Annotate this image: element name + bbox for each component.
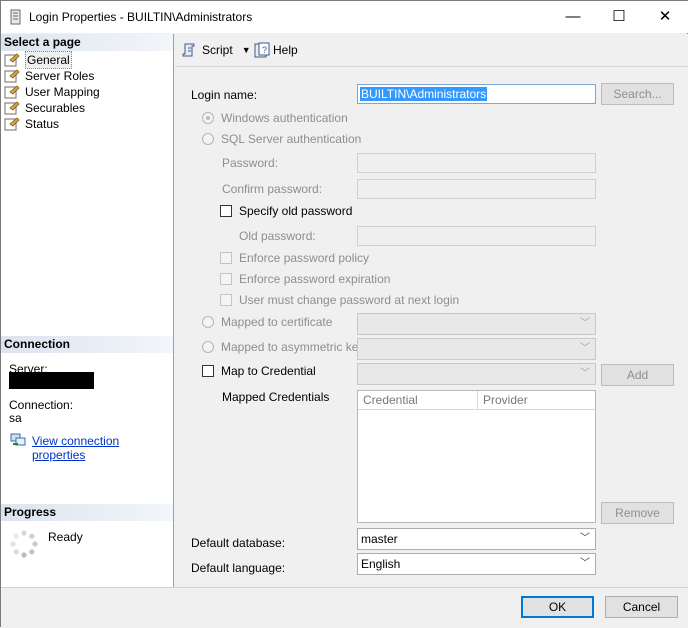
enforce-expiration-label: Enforce password expiration xyxy=(239,272,391,286)
asym-key-combo[interactable]: ﹀ xyxy=(357,338,596,360)
old-password-input[interactable] xyxy=(357,226,596,246)
old-password-label: Old password: xyxy=(239,229,316,243)
confirm-password-label: Confirm password: xyxy=(222,182,323,196)
title-bar: Login Properties - BUILTIN\Administrator… xyxy=(1,1,688,33)
chevron-down-icon: ﹀ xyxy=(580,368,590,379)
wrench-page-icon xyxy=(4,53,20,67)
map-to-credential-label: Map to Credential xyxy=(221,364,316,378)
connection-header: Connection xyxy=(1,336,173,353)
close-icon: ✕ xyxy=(658,8,672,25)
select-page-header: Select a page xyxy=(1,34,173,51)
left-panel: Select a page General Server Roles User Ma… xyxy=(1,34,174,587)
database-server-icon xyxy=(10,9,21,25)
page-item-status[interactable]: Status xyxy=(4,116,59,132)
login-name-label: Login name: xyxy=(191,88,258,102)
server-name-redacted xyxy=(9,372,94,389)
dialog-button-bar: OK Cancel xyxy=(1,587,688,628)
page-item-label: Server Roles xyxy=(25,69,95,83)
windows-auth-label: Windows authentication xyxy=(221,111,348,125)
must-change-checkbox[interactable] xyxy=(220,294,232,306)
sql-auth-label: SQL Server authentication xyxy=(221,132,362,146)
mapped-credentials-label: Mapped Credentials xyxy=(222,390,330,404)
page-item-general[interactable]: General xyxy=(4,51,72,69)
search-button[interactable]: Search... xyxy=(601,83,674,105)
wrench-page-icon xyxy=(4,69,20,83)
credential-combo[interactable]: ﹀ xyxy=(357,363,596,385)
view-connection-properties-link[interactable]: View connection properties xyxy=(32,434,173,462)
specify-old-password-label: Specify old password xyxy=(239,204,353,218)
grid-header-credential[interactable]: Credential xyxy=(358,391,478,410)
ok-button[interactable]: OK xyxy=(521,596,594,618)
enforce-policy-checkbox[interactable] xyxy=(220,252,232,264)
script-dropdown-arrow-icon[interactable]: ▼ xyxy=(242,45,251,55)
maximize-icon: ☐ xyxy=(612,8,626,25)
page-item-server-roles[interactable]: Server Roles xyxy=(4,68,94,84)
default-language-combo[interactable]: English ﹀ xyxy=(357,553,596,575)
minimize-button[interactable]: — xyxy=(550,1,596,33)
help-label: Help xyxy=(273,43,298,57)
chevron-down-icon: ﹀ xyxy=(580,343,590,354)
page-item-label: User Mapping xyxy=(25,85,100,99)
login-properties-window: Login Properties - BUILTIN\Administrator… xyxy=(0,0,688,628)
chevron-down-icon: ﹀ xyxy=(580,558,590,569)
connection-properties-icon xyxy=(10,433,26,446)
must-change-label: User must change password at next login xyxy=(239,293,460,307)
enforce-policy-label: Enforce password policy xyxy=(239,251,370,265)
password-label: Password: xyxy=(222,156,279,170)
certificate-combo[interactable]: ﹀ xyxy=(357,313,596,335)
connection-label: Connection: xyxy=(9,398,74,412)
toolbar: Script ▼ ? Help xyxy=(175,34,688,67)
page-item-label: Securables xyxy=(25,101,86,115)
mapped-credentials-grid[interactable]: Credential Provider xyxy=(357,390,596,523)
sql-auth-radio[interactable] xyxy=(202,133,214,145)
add-credential-button[interactable]: Add xyxy=(601,364,674,386)
grid-header-provider[interactable]: Provider xyxy=(478,391,595,410)
wrench-page-icon xyxy=(4,85,20,99)
confirm-password-input[interactable] xyxy=(357,179,596,199)
wrench-page-icon xyxy=(4,101,20,115)
connection-value: sa xyxy=(9,411,22,425)
default-language-label: Default language: xyxy=(191,561,286,575)
chevron-down-icon: ﹀ xyxy=(580,533,590,544)
chevron-down-icon: ﹀ xyxy=(580,318,590,329)
minimize-icon: — xyxy=(565,8,581,25)
cancel-button[interactable]: Cancel xyxy=(605,596,678,618)
default-database-label: Default database: xyxy=(191,536,286,550)
password-input[interactable] xyxy=(357,153,596,173)
map-to-credential-checkbox[interactable] xyxy=(202,365,214,377)
mapped-to-certificate-radio[interactable] xyxy=(202,316,214,328)
page-item-securables[interactable]: Securables xyxy=(4,100,85,116)
close-button[interactable]: ✕ xyxy=(642,1,688,33)
default-database-value: master xyxy=(361,532,398,546)
script-label: Script xyxy=(202,43,233,57)
progress-spinner-icon xyxy=(10,530,38,558)
window-title: Login Properties - BUILTIN\Administrator… xyxy=(29,10,253,24)
default-language-value: English xyxy=(361,557,401,571)
maximize-button[interactable]: ☐ xyxy=(596,1,642,33)
page-item-user-mapping[interactable]: User Mapping xyxy=(4,84,100,100)
enforce-expiration-checkbox[interactable] xyxy=(220,273,232,285)
help-icon: ? xyxy=(254,42,270,58)
help-button[interactable]: ? Help xyxy=(254,41,298,59)
script-button[interactable]: Script ▼ xyxy=(182,41,251,59)
remove-credential-button[interactable]: Remove xyxy=(601,502,674,524)
windows-auth-radio[interactable] xyxy=(202,112,214,124)
specify-old-password-checkbox[interactable] xyxy=(220,205,232,217)
default-database-combo[interactable]: master ﹀ xyxy=(357,528,596,550)
page-item-label: General xyxy=(25,51,72,69)
login-name-input[interactable]: BUILTIN\Administrators xyxy=(357,84,596,104)
mapped-to-certificate-label: Mapped to certificate xyxy=(221,315,333,329)
progress-header: Progress xyxy=(1,504,173,521)
page-item-label: Status xyxy=(25,117,60,131)
mapped-to-asym-key-label: Mapped to asymmetric key xyxy=(221,340,365,354)
login-name-value: BUILTIN\Administrators xyxy=(360,87,488,101)
svg-text:?: ? xyxy=(262,45,267,55)
wrench-page-icon xyxy=(4,117,20,131)
progress-status: Ready xyxy=(48,530,83,544)
script-icon xyxy=(182,43,195,57)
mapped-to-asym-key-radio[interactable] xyxy=(202,341,214,353)
